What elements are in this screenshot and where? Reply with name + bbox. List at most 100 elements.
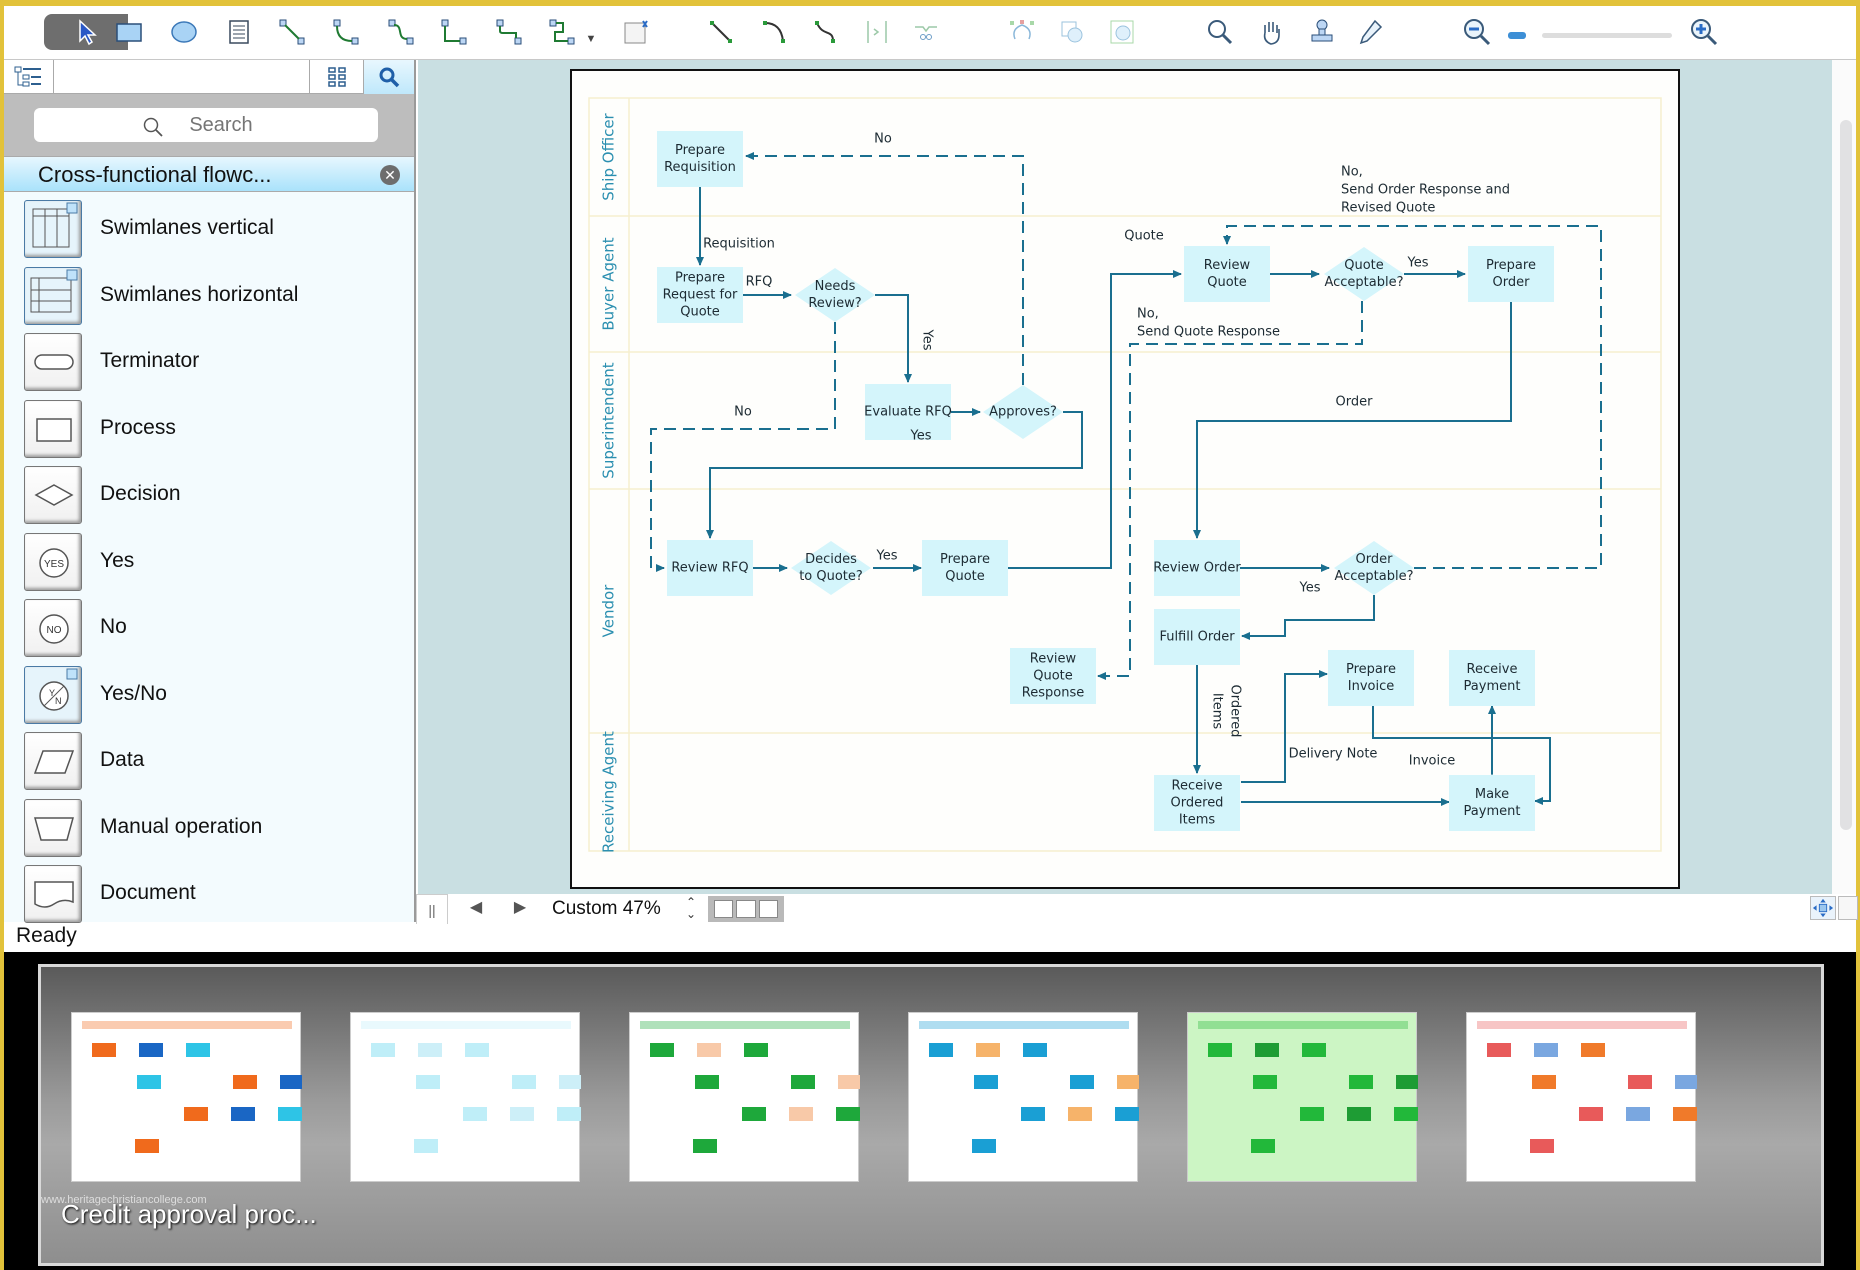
rectangle-tool-button[interactable] xyxy=(109,14,149,50)
arc-connector-button[interactable] xyxy=(326,14,366,50)
smart-connector-button[interactable] xyxy=(542,14,582,50)
flow-node-review-rfq[interactable]: Review RFQ xyxy=(667,540,753,596)
shape-item-process[interactable]: Process xyxy=(4,396,414,462)
grid-view-tab[interactable] xyxy=(310,60,364,94)
flow-node-approves[interactable]: Approves? xyxy=(983,385,1063,439)
close-library-icon[interactable]: ✕ xyxy=(380,165,400,185)
process-shape[interactable] xyxy=(657,131,743,187)
previous-page-button[interactable]: ◀ xyxy=(454,894,498,924)
shape-item-swimlanes-horizontal[interactable]: Swimlanes horizontal xyxy=(4,263,414,329)
polyline-tool-button[interactable] xyxy=(857,14,897,50)
process-shape[interactable] xyxy=(1449,775,1535,831)
shape-item-decision[interactable]: Decision xyxy=(4,462,414,528)
insert-element-button[interactable] xyxy=(616,14,656,50)
cross-functional-flowchart[interactable]: Ship Officer Buyer Agent Superintendent Ven… xyxy=(572,71,1678,887)
search-tab[interactable] xyxy=(364,60,414,94)
text-tool-button[interactable] xyxy=(219,14,259,50)
page-view-toggle[interactable] xyxy=(708,896,784,922)
connector-dropdown[interactable]: ▼ xyxy=(582,14,600,50)
template-thumb-1[interactable] xyxy=(71,1012,304,1182)
zoom-tool-button[interactable] xyxy=(1200,14,1240,50)
flow-node-fulfill-order[interactable]: Fulfill Order xyxy=(1154,609,1240,665)
flow-node-review-quote[interactable]: Review Quote xyxy=(1184,246,1270,302)
group-tool-button[interactable] xyxy=(1102,14,1142,50)
process-shape[interactable] xyxy=(1328,650,1414,706)
decision-shape[interactable] xyxy=(791,541,871,595)
round-rect-tool-button[interactable] xyxy=(1002,14,1042,50)
shape-item-manual-operation[interactable]: Manual operation xyxy=(4,795,414,861)
lane-label[interactable]: Receiving Agent xyxy=(600,731,618,853)
pause-button[interactable]: || xyxy=(416,894,448,924)
library-header[interactable]: Cross-functional flowc... ✕ xyxy=(4,156,414,192)
decision-shape[interactable] xyxy=(795,268,875,322)
scrollbar-thumb[interactable] xyxy=(1840,120,1852,830)
process-shape[interactable] xyxy=(1468,246,1554,302)
shape-item-swimlanes-vertical[interactable]: Swimlanes vertical xyxy=(4,196,414,262)
shape-item-yes[interactable]: YES Yes xyxy=(4,529,414,595)
template-thumb-4[interactable] xyxy=(908,1012,1141,1182)
page-view-3[interactable] xyxy=(758,900,778,918)
flow-node-receive-items[interactable]: Receive Ordered Items xyxy=(1154,775,1240,831)
library-tab-blank[interactable] xyxy=(54,60,310,94)
flow-node-needs-review[interactable]: Needs Review? xyxy=(795,268,875,322)
direct-connector-button[interactable] xyxy=(272,14,312,50)
flow-node-prep-req[interactable]: Prepare Requisition xyxy=(657,131,743,187)
zoom-in-button[interactable] xyxy=(1684,14,1724,50)
flow-node-prep-quote[interactable]: Prepare Quote xyxy=(922,540,1008,596)
spline-tool-button[interactable] xyxy=(906,14,946,50)
line-tool-button[interactable] xyxy=(701,14,741,50)
lane-label[interactable]: Buyer Agent xyxy=(600,237,618,330)
eyedropper-tool-button[interactable] xyxy=(1350,14,1390,50)
curve-connector-button[interactable] xyxy=(381,14,421,50)
page-view-1[interactable] xyxy=(714,900,734,918)
flow-node-decides-quote[interactable]: Decides to Quote? xyxy=(791,541,871,595)
decision-shape[interactable] xyxy=(1334,541,1414,595)
template-thumb-6[interactable] xyxy=(1466,1012,1699,1182)
template-thumb-2[interactable] xyxy=(350,1012,583,1182)
process-shape[interactable] xyxy=(1184,246,1270,302)
tree-view-tab[interactable] xyxy=(4,60,54,94)
edge-orderacc-yes-fulfill[interactable] xyxy=(1241,595,1375,640)
template-thumb-5[interactable] xyxy=(1187,1012,1420,1182)
stamp-tool-button[interactable] xyxy=(1302,14,1342,50)
flow-node-receive-payment[interactable]: Receive Payment xyxy=(1449,650,1535,706)
hand-tool-button[interactable] xyxy=(1252,14,1292,50)
shape-item-yes-no[interactable]: Y N Yes/No xyxy=(4,662,414,728)
zoom-stepper-icon[interactable]: ⌃ ⌄ xyxy=(686,896,696,920)
process-shape[interactable] xyxy=(922,540,1008,596)
flow-node-make-payment[interactable]: Make Payment xyxy=(1449,775,1535,831)
vertical-scrollbar[interactable] xyxy=(1832,60,1856,894)
zoom-out-button[interactable] xyxy=(1457,14,1497,50)
fit-to-window-icon[interactable] xyxy=(1810,896,1836,920)
flow-node-prep-invoice[interactable]: Prepare Invoice xyxy=(1328,650,1414,706)
ellipse-tool-button[interactable] xyxy=(164,14,204,50)
zoom-slider[interactable] xyxy=(1542,33,1672,38)
flow-node-prep-order[interactable]: Prepare Order xyxy=(1468,246,1554,302)
edge-approves-no-prep[interactable] xyxy=(745,152,1024,385)
edge-receive-to-invoice[interactable] xyxy=(1241,670,1328,783)
orthogonal-connector-button[interactable] xyxy=(434,14,474,50)
lane-label[interactable]: Superintendent xyxy=(600,362,618,478)
process-shape[interactable] xyxy=(1449,650,1535,706)
next-page-button[interactable]: ▶ xyxy=(498,894,542,924)
lane-label[interactable]: Vendor xyxy=(600,584,618,638)
shape-item-data[interactable]: Data xyxy=(4,728,414,794)
template-thumb-3[interactable] xyxy=(629,1012,862,1182)
page-view-2[interactable] xyxy=(736,900,756,918)
edge-needs-no-review[interactable] xyxy=(650,322,836,572)
shape-item-document[interactable]: Document xyxy=(4,861,414,927)
flow-node-prep-rfq[interactable]: Prepare Request for Quote xyxy=(657,267,743,323)
search-input[interactable] xyxy=(34,108,378,142)
edge-needs-yes-eval[interactable] xyxy=(875,294,912,383)
flow-node-order-acc[interactable]: Order Acceptable? xyxy=(1334,541,1414,595)
flow-node-review-order[interactable]: Review Order xyxy=(1153,540,1241,596)
shape-item-no[interactable]: NO No xyxy=(4,595,414,661)
flow-node-review-quote-resp[interactable]: Review Quote Response xyxy=(1010,648,1096,704)
rounded-connector-button[interactable] xyxy=(489,14,529,50)
decision-shape[interactable] xyxy=(1324,247,1404,301)
flow-node-eval-rfq[interactable]: Evaluate RFQ xyxy=(864,384,952,440)
diagram-page[interactable]: Ship Officer Buyer Agent Superintendent Ven… xyxy=(570,69,1680,889)
bezier-tool-button[interactable] xyxy=(806,14,846,50)
freehand-tool-button[interactable] xyxy=(1052,14,1092,50)
lane-label[interactable]: Ship Officer xyxy=(600,112,618,200)
